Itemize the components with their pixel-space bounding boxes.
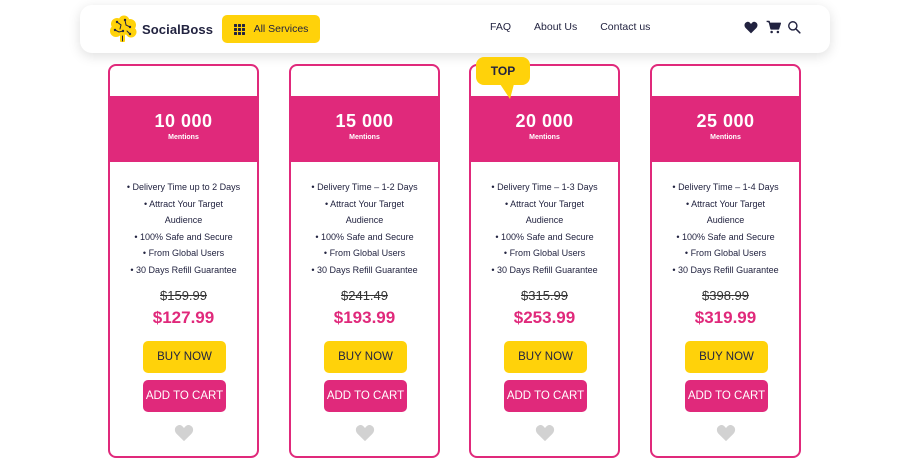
feature-item: Audience [706, 215, 745, 226]
header-icons [744, 20, 801, 39]
card-unit: Mentions [710, 134, 741, 141]
feature-item: • From Global Users [142, 248, 225, 259]
favorite-heart-icon[interactable] [716, 424, 736, 447]
badge-pointer [500, 84, 514, 99]
search-icon[interactable] [787, 20, 801, 39]
feature-list: • Delivery Time – 1-4 Days • Attract You… [656, 179, 795, 279]
pricing-card-20000: 20 000 Mentions • Delivery Time – 1-3 Da… [469, 64, 620, 458]
feature-list: • Delivery Time up to 2 Days • Attract Y… [114, 179, 253, 279]
all-services-label: All Services [253, 23, 309, 35]
buy-now-button[interactable]: BUY NOW [324, 341, 407, 373]
main-nav: FAQ About Us Contact us [490, 21, 650, 33]
feature-item: • Delivery Time – 1-2 Days [311, 182, 418, 192]
feature-list: • Delivery Time – 1-2 Days • Attract You… [295, 179, 434, 279]
feature-item: • Delivery Time up to 2 Days [126, 182, 241, 192]
new-price: $193.99 [333, 308, 396, 327]
feature-item: • 30 Days Refill Guarantee [491, 264, 598, 275]
feature-item: • From Global Users [684, 248, 767, 259]
pricing-card-25000: 25 000 Mentions • Delivery Time – 1-4 Da… [650, 64, 801, 458]
feature-item: • Attract Your Target [685, 198, 766, 209]
feature-item: • From Global Users [503, 248, 586, 259]
nav-faq[interactable]: FAQ [490, 21, 511, 33]
buy-now-button[interactable]: BUY NOW [504, 341, 587, 373]
feature-item: • 100% Safe and Secure [315, 231, 414, 242]
new-price: $253.99 [513, 308, 576, 327]
feature-item: • Attract Your Target [143, 198, 224, 209]
favorite-heart-icon[interactable] [355, 424, 375, 447]
badge-pointer-shape [500, 84, 514, 99]
card-quantity: 15 000 [335, 111, 394, 131]
feature-item: • Delivery Time – 1-4 Days [672, 182, 779, 192]
buy-now-button[interactable]: BUY NOW [685, 341, 768, 373]
feature-item: • 30 Days Refill Guarantee [672, 264, 779, 275]
old-price: $315.99 [521, 288, 568, 303]
new-price: $319.99 [694, 308, 757, 327]
grid-icon [233, 23, 245, 35]
pricing-card-15000: 15 000 Mentions • Delivery Time – 1-2 Da… [289, 64, 440, 458]
card-unit: Mentions [529, 134, 560, 141]
logo[interactable]: SocialBoss [108, 15, 213, 43]
site-header: SocialBoss All Services FAQ About Us Con… [80, 5, 830, 53]
old-price: $241.49 [341, 288, 388, 303]
add-to-cart-button[interactable]: ADD TO CART [324, 380, 407, 412]
feature-item: • 30 Days Refill Guarantee [311, 264, 418, 275]
card-unit: Mentions [349, 134, 380, 141]
feature-item: • Attract Your Target [324, 198, 405, 209]
feature-item: • Attract Your Target [504, 198, 585, 209]
card-quantity: 20 000 [515, 111, 574, 131]
feature-item: • 100% Safe and Secure [134, 231, 233, 242]
card-header-band: 20 000 Mentions [471, 96, 618, 162]
pricing-card-10000: 10 000 Mentions • Delivery Time up to 2 … [108, 64, 259, 458]
new-price: $127.99 [152, 308, 215, 327]
old-price: $159.99 [160, 288, 207, 303]
card-header-band: 10 000 Mentions [110, 96, 257, 162]
cart-icon[interactable] [766, 20, 782, 39]
feature-list: • Delivery Time – 1-3 Days • Attract You… [475, 179, 614, 279]
feature-item: • From Global Users [323, 248, 406, 259]
top-badge: TOP [476, 57, 530, 85]
card-header-band: 15 000 Mentions [291, 96, 438, 162]
heart-icon[interactable] [744, 21, 758, 39]
brain-icon [110, 15, 137, 42]
card-quantity: 10 000 [154, 111, 213, 131]
feature-item: • 100% Safe and Secure [676, 231, 775, 242]
all-services-button[interactable]: All Services [222, 15, 320, 43]
favorite-heart-icon[interactable] [174, 424, 194, 447]
feature-item: • Delivery Time – 1-3 Days [491, 182, 598, 192]
nav-about-us[interactable]: About Us [534, 21, 577, 33]
add-to-cart-button[interactable]: ADD TO CART [685, 380, 768, 412]
card-unit: Mentions [168, 134, 199, 141]
logo-text: SocialBoss [142, 21, 214, 37]
feature-item: Audience [345, 215, 384, 226]
add-to-cart-button[interactable]: ADD TO CART [504, 380, 587, 412]
feature-item: • 100% Safe and Secure [495, 231, 594, 242]
feature-item: Audience [525, 215, 564, 226]
favorite-heart-icon[interactable] [535, 424, 555, 447]
buy-now-button[interactable]: BUY NOW [143, 341, 226, 373]
feature-item: • 30 Days Refill Guarantee [130, 264, 237, 275]
nav-contact-us[interactable]: Contact us [600, 21, 650, 33]
feature-item: Audience [164, 215, 203, 226]
card-quantity: 25 000 [696, 111, 755, 131]
card-header-band: 25 000 Mentions [652, 96, 799, 162]
add-to-cart-button[interactable]: ADD TO CART [143, 380, 226, 412]
old-price: $398.99 [702, 288, 749, 303]
